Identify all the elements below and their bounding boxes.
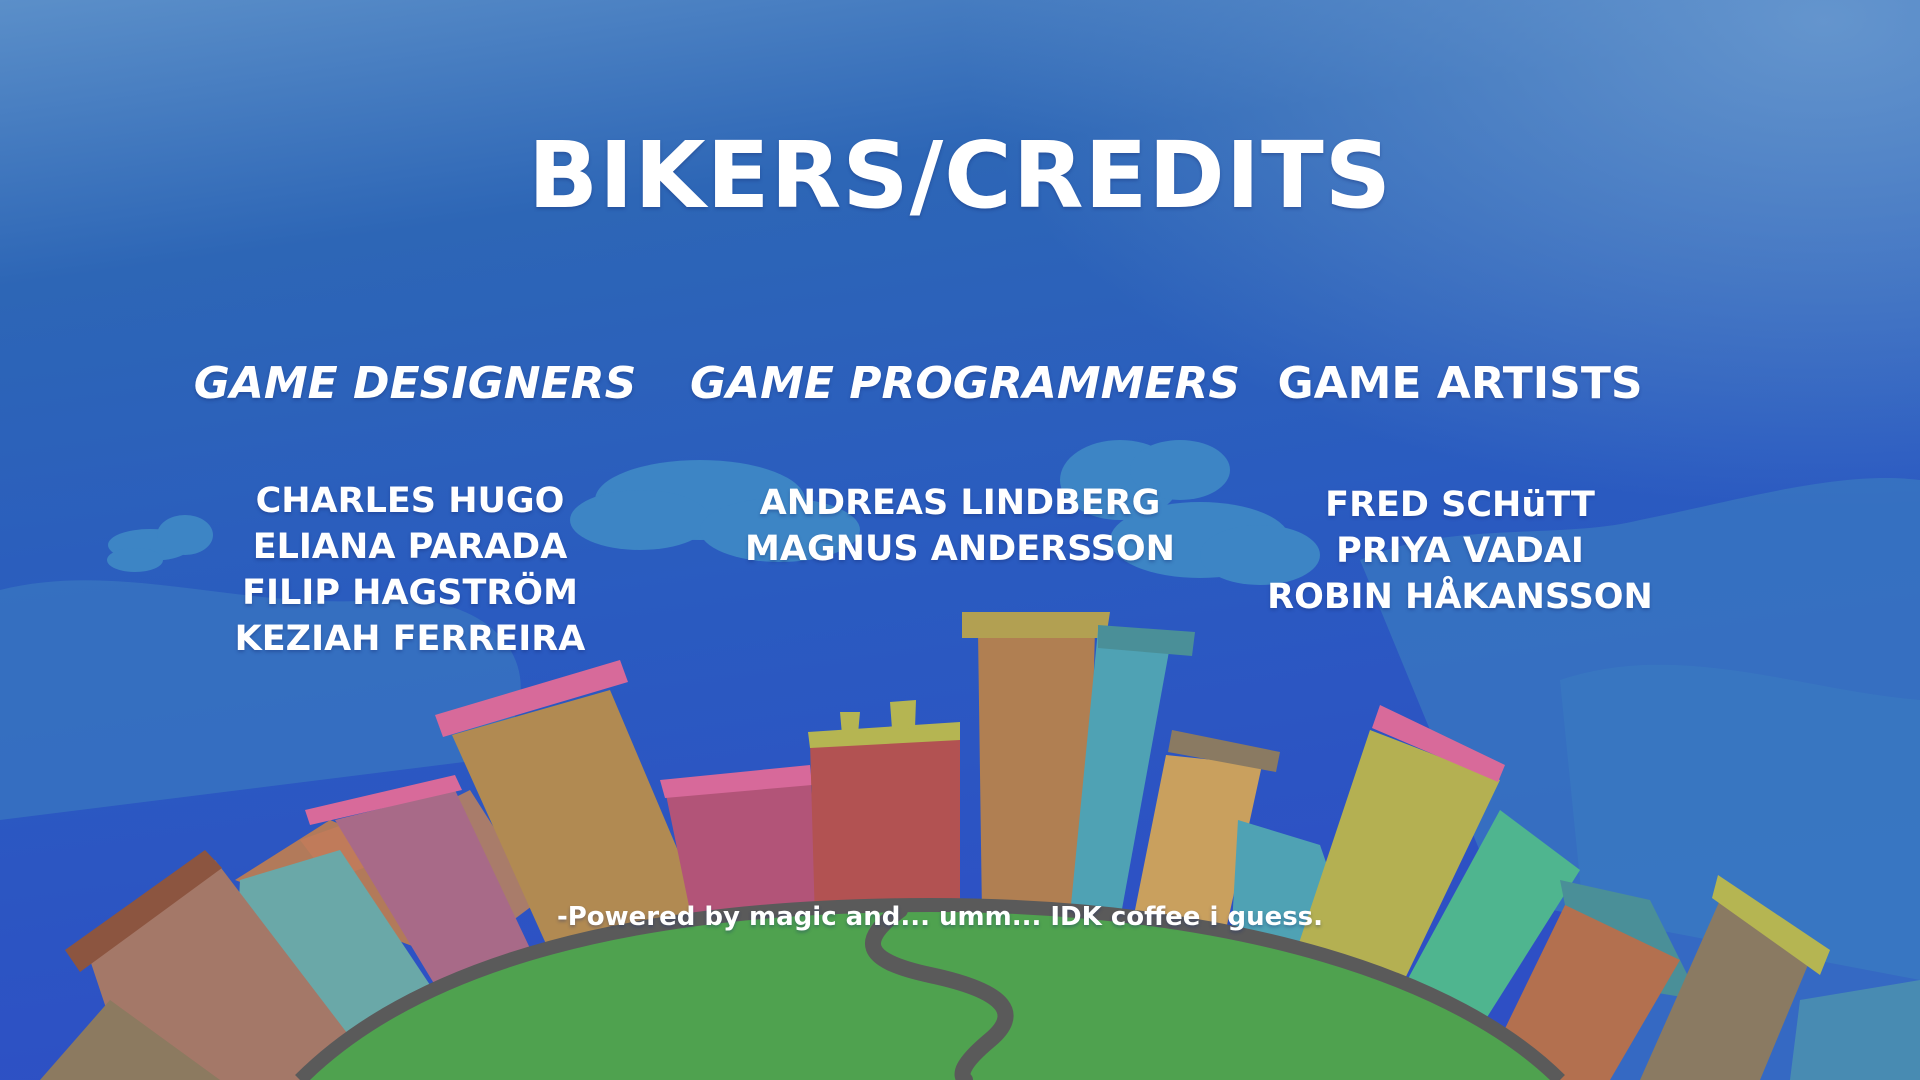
heading-game-programmers: GAME PROGRAMMERS [689,358,1241,409]
artist-name: FRED SCHüTT [1325,485,1595,525]
designer-name: KEZIAH FERREIRA [234,619,586,659]
heading-game-artists: GAME ARTISTS [1277,358,1643,409]
designer-name: ELIANA PARADA [252,527,568,567]
artist-name: PRIYA VADAI [1336,531,1584,571]
credits-screen: BIKERS/CREDITS GAME DESIGNERS GAME PROGR… [0,0,1920,1080]
artist-name: ROBIN HÅKANSSON [1267,577,1653,617]
designers-list: CHARLES HUGO ELIANA PARADA FILIP HAGSTRÖ… [160,478,660,662]
heading-game-designers: GAME DESIGNERS [193,358,637,409]
designer-name: FILIP HAGSTRÖM [242,573,578,613]
artists-list: FRED SCHüTT PRIYA VADAI ROBIN HÅKANSSON [1240,482,1680,620]
credits-title: BIKERS/CREDITS [527,122,1392,229]
programmer-name: ANDREAS LINDBERG [759,483,1161,523]
programmers-list: ANDREAS LINDBERG MAGNUS ANDERSSON [690,480,1230,572]
programmer-name: MAGNUS ANDERSSON [745,529,1175,569]
footer-note: -Powered by magic and... umm... IDK coff… [556,902,1324,932]
designer-name: CHARLES HUGO [255,481,565,521]
